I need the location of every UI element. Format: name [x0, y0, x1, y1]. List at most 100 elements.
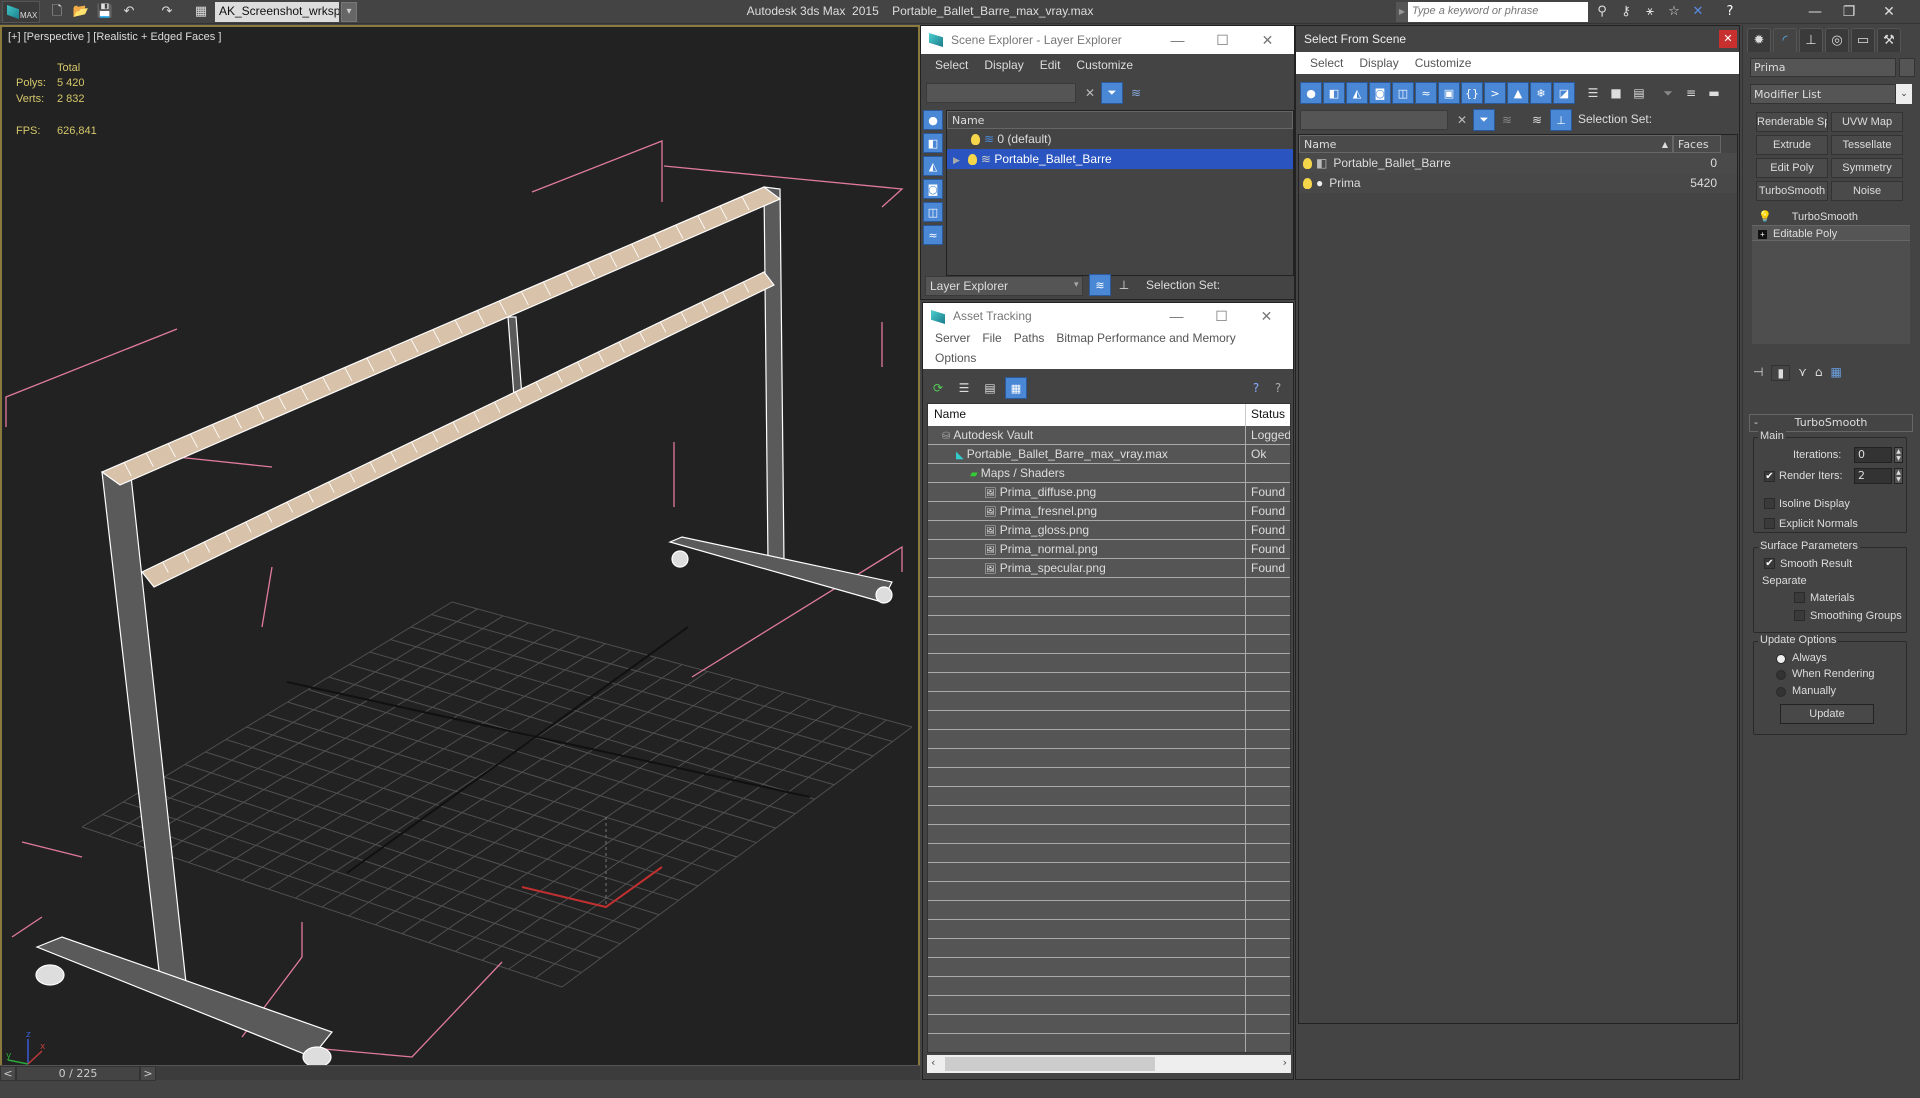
close-button[interactable]: ✕	[1244, 303, 1289, 329]
spacewarps-filter-icon[interactable]: ≈	[1415, 82, 1437, 104]
modifier-button[interactable]: Noise	[1831, 181, 1903, 201]
asset-row[interactable]: ▰ Maps / Shaders	[928, 464, 1290, 483]
display-all-icon[interactable]: ☰	[1582, 82, 1604, 104]
maximize-button[interactable]: ☐	[1199, 303, 1244, 329]
menu-display[interactable]: Display	[1351, 52, 1406, 74]
close-button[interactable]: ✕	[1719, 30, 1737, 48]
always-radio[interactable]	[1776, 654, 1786, 664]
binoculars-icon[interactable]: ⚲	[1592, 3, 1612, 21]
asset-row[interactable]: ◣ Portable_Ballet_Barre_max_vray.max Ok	[928, 445, 1290, 464]
viewport-label[interactable]: [+] [Perspective ] [Realistic + Edged Fa…	[8, 31, 221, 43]
chevron-down-icon[interactable]: ⌄	[1896, 84, 1912, 104]
when-rendering-radio[interactable]	[1776, 670, 1786, 680]
table-view-icon[interactable]: ▦	[1005, 377, 1027, 399]
asset-row[interactable]: 🖼 Prima_specular.png Found	[928, 559, 1290, 578]
minimize-button[interactable]: —	[1154, 303, 1199, 329]
asset-row[interactable]: 🖼 Prima_gloss.png Found	[928, 521, 1290, 540]
project-folder-icon[interactable]: ▦	[192, 3, 210, 21]
help-icon[interactable]: ?	[1720, 3, 1740, 21]
lights-filter-icon[interactable]: ◭	[1346, 82, 1368, 104]
make-unique-icon[interactable]: ⋎	[1798, 365, 1807, 381]
shapes-filter-icon[interactable]: ◧	[923, 133, 943, 153]
stack-item-turbosmooth[interactable]: 💡 TurboSmooth	[1752, 209, 1910, 225]
undo-icon[interactable]: ↶	[120, 3, 138, 21]
geometry-filter-icon[interactable]: ●	[1300, 82, 1322, 104]
dialog-titlebar[interactable]: Select From Scene ✕	[1296, 26, 1739, 52]
spinner-arrows-icon[interactable]: ▲ ▼	[1894, 447, 1903, 463]
close-button[interactable]: ✕	[1874, 2, 1904, 22]
spacewarps-filter-icon[interactable]: ≈	[923, 225, 943, 245]
lightbulb-icon[interactable]: 💡	[1758, 211, 1772, 223]
asset-row[interactable]: 🖼 Prima_normal.png Found	[928, 540, 1290, 559]
prev-frame-button[interactable]: <	[0, 1066, 16, 1081]
column-header-name[interactable]: Name ▲	[1299, 135, 1673, 153]
modifier-button[interactable]: Tessellate	[1831, 135, 1903, 155]
find-input[interactable]	[1300, 110, 1448, 130]
hidden-filter-icon[interactable]: ◪	[1553, 82, 1575, 104]
materials-checkbox[interactable]	[1794, 592, 1805, 603]
object-name-field[interactable]: Prima	[1750, 58, 1896, 77]
filter-icon[interactable]: ⏷	[1101, 82, 1123, 104]
bones-filter-icon[interactable]: >	[1484, 82, 1506, 104]
geometry-filter-icon[interactable]: ●	[923, 110, 943, 130]
menu-select[interactable]: Select	[927, 54, 976, 78]
lightbulb-icon[interactable]	[1303, 178, 1312, 190]
refresh-icon[interactable]: ⟳	[927, 377, 949, 399]
asset-row[interactable]: ⛁ Autodesk Vault Logged	[928, 426, 1290, 445]
lightbulb-icon[interactable]	[1303, 158, 1312, 170]
create-tab-icon[interactable]: ✹	[1747, 28, 1771, 52]
sort-by-hierarchy-icon[interactable]: ⊥	[1113, 274, 1135, 296]
utilities-tab-icon[interactable]: ⚒	[1877, 28, 1901, 52]
quick-access-dropdown-icon[interactable]: ▾	[341, 2, 357, 22]
menu-edit[interactable]: Edit	[1032, 54, 1069, 78]
new-file-icon[interactable]: 🗋	[48, 3, 66, 21]
sort-by-layer-icon[interactable]: ≋	[1526, 109, 1548, 131]
menu-select[interactable]: Select	[1302, 52, 1351, 74]
motion-tab-icon[interactable]: ◎	[1825, 28, 1849, 52]
lights-filter-icon[interactable]: ◭	[923, 156, 943, 176]
workspace-dropdown[interactable]: AK_Screenshot_wrksp	[215, 2, 339, 22]
display-tab-icon[interactable]: ▭	[1851, 28, 1875, 52]
modifier-button[interactable]: Extrude	[1756, 135, 1828, 155]
search-input[interactable]: Type a keyword or phrase	[1408, 2, 1588, 22]
smooth-result-checkbox[interactable]: ✔	[1764, 558, 1775, 569]
search-expand-icon[interactable]: ▶	[1396, 2, 1408, 22]
shapes-filter-icon[interactable]: ◧	[1323, 82, 1345, 104]
list-view-icon[interactable]: ☰	[953, 377, 975, 399]
explorer-type-dropdown[interactable]: Layer Explorer	[925, 276, 1083, 296]
open-folder-icon[interactable]: 📂	[72, 3, 90, 21]
layers-filter-icon[interactable]: ≋	[1496, 109, 1518, 131]
configure-modifier-sets-icon[interactable]: ▦	[1830, 365, 1841, 381]
column-header-name[interactable]: Name	[947, 111, 1293, 129]
x-exchange-icon[interactable]: ✕	[1688, 3, 1708, 21]
display-none-icon[interactable]: ■	[1605, 82, 1627, 104]
modifier-button[interactable]: Renderable Spline	[1756, 112, 1828, 132]
restore-button[interactable]: ❐	[1834, 2, 1864, 22]
help-icon[interactable]: ?	[1245, 377, 1267, 399]
frozen-filter-icon[interactable]: ❄	[1530, 82, 1552, 104]
menu-options[interactable]: Options	[929, 349, 982, 369]
remove-modifier-icon[interactable]: ⌂	[1815, 365, 1823, 381]
spinner-arrows-icon[interactable]: ▲ ▼	[1894, 468, 1903, 484]
render-iters-spinner[interactable]: 2	[1854, 468, 1892, 484]
filter-list-icon[interactable]: ≡	[1680, 82, 1702, 104]
column-chooser-icon[interactable]: ▬	[1703, 82, 1725, 104]
minimize-button[interactable]: —	[1155, 26, 1200, 54]
smoothing-groups-checkbox[interactable]	[1794, 610, 1805, 621]
app-menu-button[interactable]: MAX	[2, 1, 40, 23]
horizontal-scrollbar[interactable]: ‹ ›	[927, 1055, 1291, 1073]
modifier-list-dropdown[interactable]: Modifier List	[1750, 84, 1896, 104]
scene-explorer-titlebar[interactable]: Scene Explorer - Layer Explorer — ☐ ✕	[921, 26, 1294, 54]
isoline-display-checkbox[interactable]	[1764, 498, 1775, 509]
xrefs-filter-icon[interactable]: {}	[1461, 82, 1483, 104]
modifier-button[interactable]: UVW Map	[1831, 112, 1903, 132]
explicit-normals-checkbox[interactable]	[1764, 518, 1775, 529]
modify-tab-icon[interactable]: ◜	[1773, 28, 1797, 52]
perspective-viewport[interactable]: z y x [+] [Perspective ] [Realistic + Ed…	[0, 25, 920, 1065]
layer-row-selected[interactable]: ▶ ≋ Portable_Ballet_Barre	[947, 149, 1293, 169]
lightbulb-icon[interactable]	[971, 134, 980, 146]
satellite-dish-icon[interactable]: ⚹	[1640, 3, 1660, 21]
dropdown-arrow-icon[interactable]: ▾	[1074, 280, 1079, 290]
menu-server[interactable]: Server	[929, 329, 976, 349]
column-header-status[interactable]: Status	[1246, 404, 1290, 426]
